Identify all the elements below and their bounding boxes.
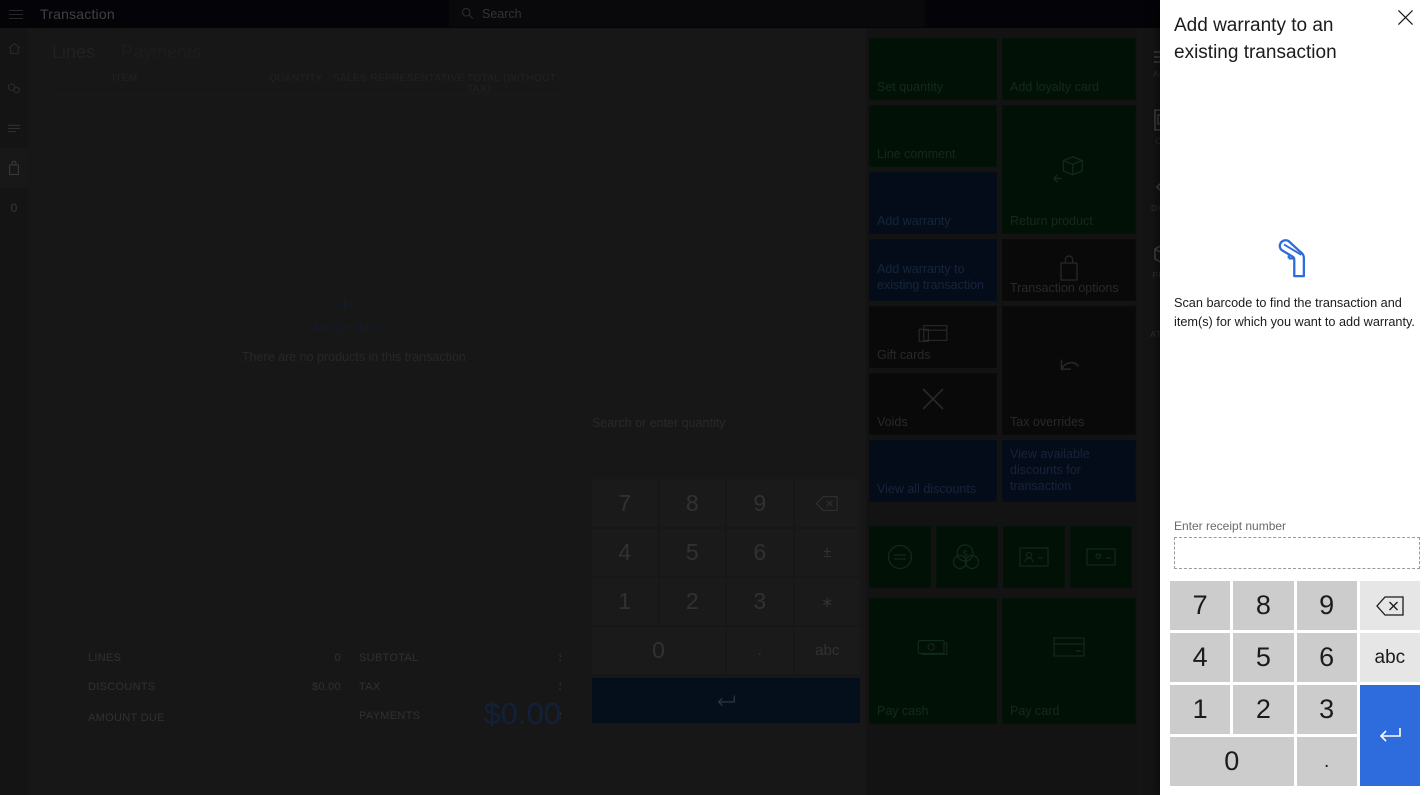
dialog-key-1[interactable]: 1 (1170, 685, 1231, 734)
dialog-key-3[interactable]: 3 (1296, 685, 1357, 734)
add-warranty-dialog: Add warranty to an existing transaction … (1160, 0, 1428, 795)
receipt-number-input[interactable] (1174, 537, 1420, 569)
backspace-icon[interactable] (1359, 581, 1420, 630)
dialog-key-2[interactable]: 2 (1233, 685, 1294, 734)
scan-instruction-text: Scan barcode to find the transaction and… (1174, 296, 1415, 329)
barcode-scanner-icon (1174, 232, 1418, 280)
dialog-key-enter[interactable] (1359, 685, 1420, 786)
dialog-key-abc[interactable]: abc (1359, 633, 1420, 682)
dialog-numpad: 7 8 9 4 5 6 abc 1 2 3 0 . (1170, 581, 1420, 786)
dialog-key-5[interactable]: 5 (1233, 633, 1294, 682)
receipt-number-field-group: Enter receipt number (1174, 519, 1420, 569)
close-icon[interactable] (1390, 2, 1420, 32)
dialog-key-8[interactable]: 8 (1233, 581, 1294, 630)
dialog-key-7[interactable]: 7 (1170, 581, 1231, 630)
receipt-number-label: Enter receipt number (1174, 519, 1287, 533)
dialog-key-9[interactable]: 9 (1296, 581, 1357, 630)
screen: Transaction Search 0 (0, 0, 1428, 795)
scan-instruction-block: Scan barcode to find the transaction and… (1174, 232, 1418, 332)
dialog-key-0[interactable]: 0 (1170, 737, 1294, 786)
dialog-key-4[interactable]: 4 (1170, 633, 1231, 682)
dialog-key-6[interactable]: 6 (1296, 633, 1357, 682)
dialog-key-decimal[interactable]: . (1296, 737, 1357, 786)
dialog-header: Add warranty to an existing transaction (1160, 0, 1428, 66)
dialog-title: Add warranty to an existing transaction (1174, 15, 1337, 63)
